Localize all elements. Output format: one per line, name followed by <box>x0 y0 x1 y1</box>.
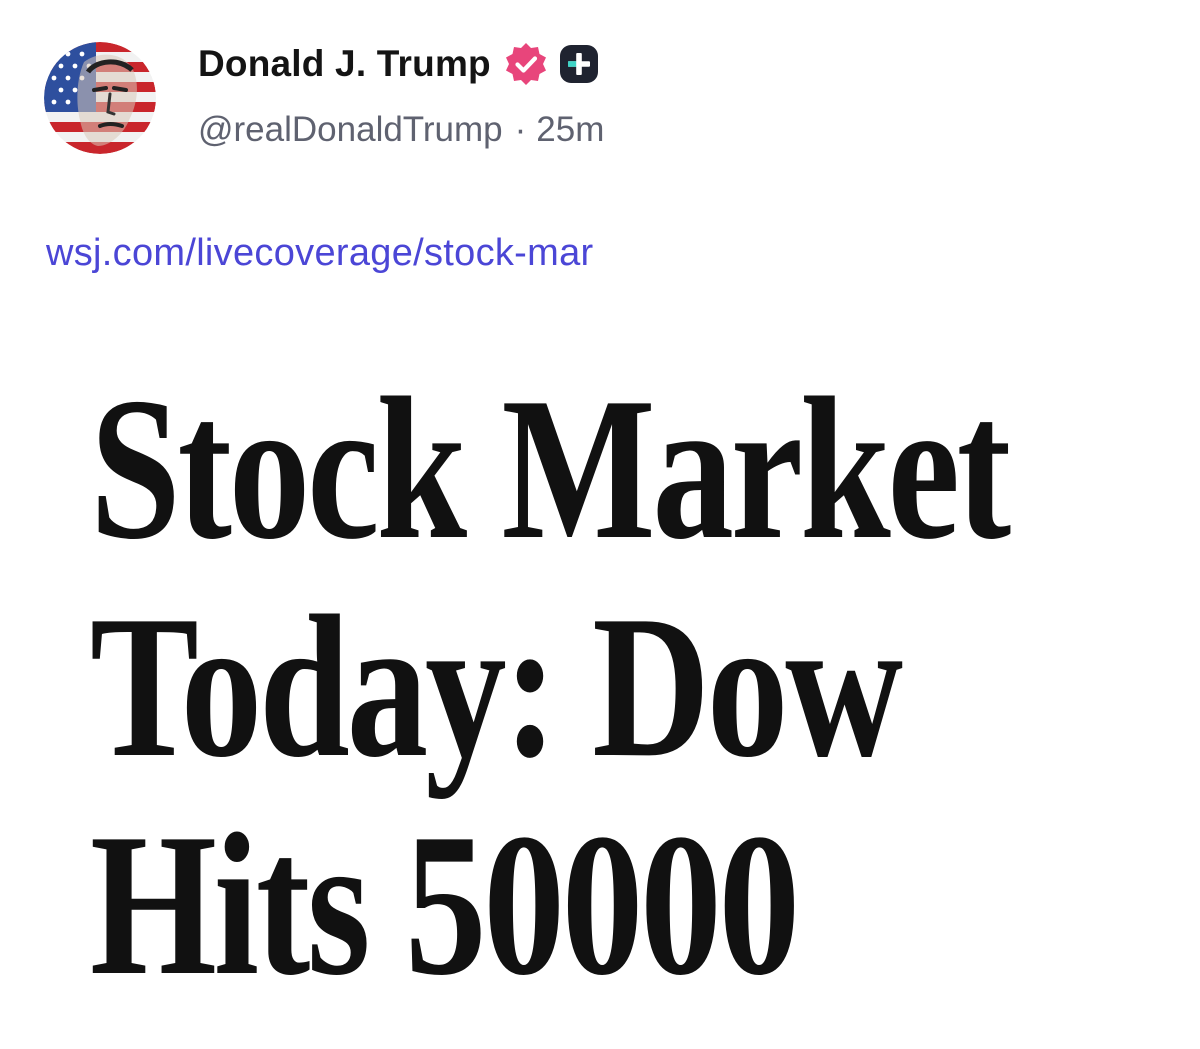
avatar[interactable] <box>44 42 156 154</box>
avatar-image <box>44 42 156 154</box>
author-name-row: Donald J. Trump <box>198 36 599 92</box>
link-preview-image[interactable]: Stock Market Today: Dow Hits 50000 <box>60 360 1140 1020</box>
author-handle[interactable]: @realDonaldTrump <box>198 110 503 150</box>
headline-line-1: Stock Market <box>90 356 1011 582</box>
headline-line-2: Today: Dow <box>90 574 903 800</box>
verified-badge-icon <box>503 41 549 87</box>
plus-badge-icon <box>559 44 599 84</box>
post-card: Donald J. Trump @realDonaldTrump · 25m w… <box>0 0 1200 1049</box>
author-display-name[interactable]: Donald J. Trump <box>198 43 491 85</box>
post-link[interactable]: wsj.com/livecoverage/stock-mar <box>46 232 593 275</box>
headline: Stock Market Today: Dow Hits 50000 <box>90 356 1011 1018</box>
headline-line-3: Hits 50000 <box>90 792 800 1018</box>
post-meta: @realDonaldTrump · 25m <box>198 106 604 154</box>
meta-separator: · <box>514 110 527 149</box>
post-timestamp[interactable]: 25m <box>536 110 604 150</box>
